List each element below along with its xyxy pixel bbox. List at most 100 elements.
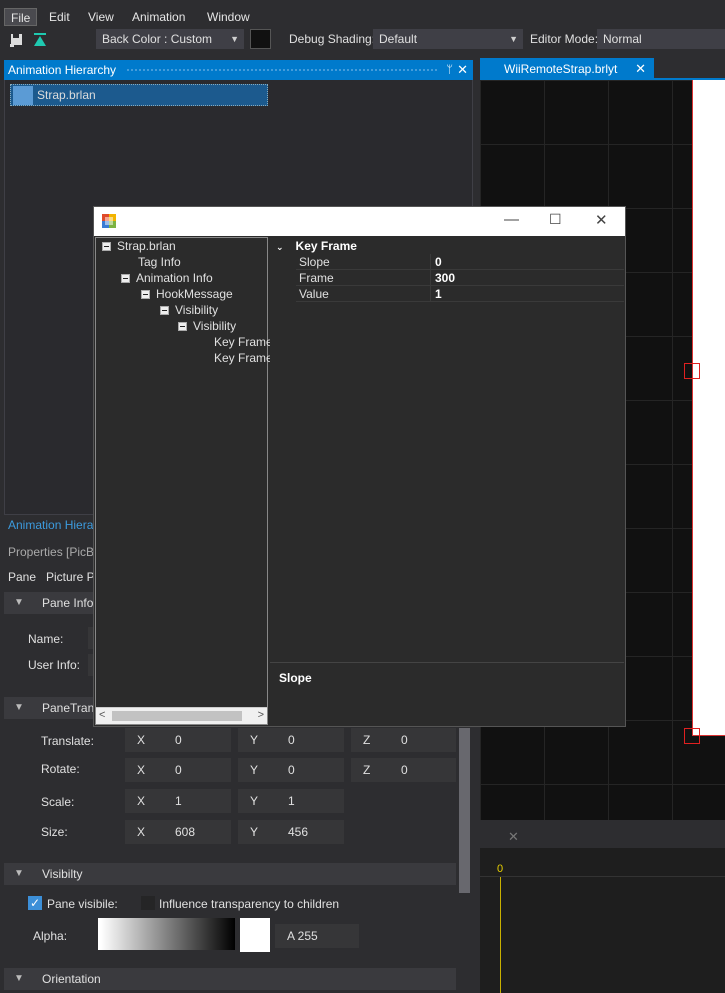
back-color-dropdown[interactable]: Back Color : Custom ▼ bbox=[96, 29, 244, 49]
tree-node-visibility[interactable]: Visibility bbox=[160, 303, 218, 317]
field-value: 1 bbox=[288, 794, 295, 808]
document-tab[interactable]: WiiRemoteStrap.brlyt ✕ bbox=[480, 58, 654, 80]
menu-animation[interactable]: Animation bbox=[126, 8, 191, 26]
timeline-playhead[interactable] bbox=[500, 877, 501, 993]
resize-handle[interactable] bbox=[684, 728, 700, 744]
translate-x-field[interactable]: X0 bbox=[125, 728, 231, 752]
description-title: Slope bbox=[279, 671, 312, 685]
field-value: 0 bbox=[175, 733, 182, 747]
field-value: 1 bbox=[175, 794, 182, 808]
grid-row-value[interactable]: 1 bbox=[435, 287, 442, 301]
scroll-right-icon[interactable]: > bbox=[258, 709, 264, 721]
tree-horizontal-scrollbar[interactable]: < > bbox=[96, 707, 267, 724]
alpha-gradient-slider[interactable] bbox=[98, 918, 235, 950]
properties-title: Properties [PicBo bbox=[8, 545, 101, 559]
section-orientation[interactable]: ▼ Orientation bbox=[4, 968, 456, 990]
user-info-label: User Info: bbox=[28, 658, 81, 672]
grid-row-value[interactable]: 300 bbox=[435, 271, 455, 285]
grid-section-title: Key Frame bbox=[295, 239, 357, 253]
debug-shading-dropdown[interactable]: Default ▼ bbox=[373, 29, 523, 49]
section-visibility[interactable]: ▼ Visibilty bbox=[4, 863, 456, 885]
field-value: 0 bbox=[401, 763, 408, 777]
tree-node-label: Tag Info bbox=[138, 255, 181, 269]
timeline-panel[interactable]: 0 bbox=[480, 848, 725, 993]
size-label: Size: bbox=[41, 825, 68, 839]
grid-row-key: Slope bbox=[299, 255, 330, 269]
tree-node-keyframe[interactable]: Key Frame bbox=[214, 335, 273, 349]
section-title: Visibilty bbox=[42, 867, 83, 881]
chevron-down-icon: ⌄ bbox=[276, 242, 284, 252]
scale-y-field[interactable]: Y1 bbox=[238, 789, 344, 813]
chevron-down-icon: ▼ bbox=[230, 34, 239, 44]
collapse-icon[interactable] bbox=[141, 290, 150, 299]
scrollbar-thumb[interactable] bbox=[459, 728, 470, 893]
menu-window[interactable]: Window bbox=[201, 8, 256, 26]
translate-y-field[interactable]: Y0 bbox=[238, 728, 344, 752]
save-icon[interactable] bbox=[10, 32, 24, 48]
grid-row[interactable]: Slope 0 bbox=[296, 254, 624, 270]
grid-section-header[interactable]: ⌄ Key Frame bbox=[276, 239, 357, 253]
size-y-field[interactable]: Y 456 bbox=[238, 820, 344, 844]
dialog-titlebar[interactable]: — ☐ ✕ bbox=[94, 207, 625, 236]
size-x-field[interactable]: X 608 bbox=[125, 820, 231, 844]
tab-pane[interactable]: Pane bbox=[8, 570, 36, 584]
close-icon[interactable]: ✕ bbox=[595, 211, 608, 229]
maximize-icon[interactable]: ☐ bbox=[549, 211, 562, 228]
influence-checkbox[interactable] bbox=[141, 896, 155, 910]
collapse-icon[interactable] bbox=[102, 242, 111, 251]
menu-edit[interactable]: Edit bbox=[43, 8, 76, 26]
scroll-left-icon[interactable]: < bbox=[99, 709, 105, 721]
menu-view[interactable]: View bbox=[82, 8, 120, 26]
hierarchy-item[interactable]: Strap.brlan bbox=[10, 84, 268, 106]
editor-mode-dropdown[interactable]: Normal bbox=[597, 29, 725, 49]
section-title: PaneTrans bbox=[42, 701, 101, 715]
properties-scrollbar[interactable] bbox=[456, 728, 473, 993]
rotate-x-field[interactable]: X0 bbox=[125, 758, 231, 782]
close-icon[interactable]: ✕ bbox=[457, 60, 468, 80]
grid-row[interactable]: Value 1 bbox=[296, 286, 624, 302]
name-label: Name: bbox=[28, 632, 64, 646]
scale-x-field[interactable]: X1 bbox=[125, 789, 231, 813]
timeline-ruler bbox=[480, 876, 725, 877]
tree-node-visibility-sub[interactable]: Visibility bbox=[178, 319, 236, 333]
rotate-z-field[interactable]: Z0 bbox=[351, 758, 456, 782]
tree-node-label: Visibility bbox=[193, 319, 237, 333]
close-icon[interactable]: ✕ bbox=[635, 58, 646, 80]
field-value: 0 bbox=[288, 733, 295, 747]
drag-grip[interactable] bbox=[126, 68, 437, 73]
rotate-y-field[interactable]: Y0 bbox=[238, 758, 344, 782]
tree-node-tag-info[interactable]: Tag Info bbox=[138, 255, 181, 269]
field-value: 0 bbox=[175, 763, 182, 777]
tree-node-label: Strap.brlan bbox=[117, 239, 176, 253]
collapse-icon: ▼ bbox=[14, 973, 24, 984]
section-title: Pane Info bbox=[42, 596, 94, 610]
tree-node-root[interactable]: Strap.brlan bbox=[102, 239, 176, 253]
grid-row-value[interactable]: 0 bbox=[435, 255, 442, 269]
alpha-value-field[interactable]: A 255 bbox=[275, 924, 359, 948]
pane-visible-checkbox[interactable]: ✓ bbox=[28, 896, 42, 910]
minimize-icon[interactable]: — bbox=[504, 211, 519, 228]
tree-node-animation-info[interactable]: Animation Info bbox=[121, 271, 213, 285]
tree-node-hookmessage[interactable]: HookMessage bbox=[141, 287, 233, 301]
tree-node-keyframe[interactable]: Key Frame bbox=[214, 351, 273, 365]
collapse-icon[interactable] bbox=[121, 274, 130, 283]
translate-z-field[interactable]: Z0 bbox=[351, 728, 456, 752]
tab-picture[interactable]: Picture P bbox=[46, 570, 95, 584]
grid-row-key: Frame bbox=[299, 271, 334, 285]
collapse-icon: ▼ bbox=[14, 868, 24, 879]
timeline-marker-label: 0 bbox=[497, 863, 504, 875]
export-icon[interactable] bbox=[33, 32, 47, 48]
pin-icon[interactable]: ᛘ bbox=[446, 60, 453, 80]
menu-file[interactable]: File bbox=[4, 8, 38, 26]
close-icon[interactable]: ✕ bbox=[508, 829, 519, 845]
collapse-icon[interactable] bbox=[178, 322, 187, 331]
section-title: Orientation bbox=[42, 972, 101, 986]
layout-pane[interactable] bbox=[692, 80, 725, 736]
back-color-swatch[interactable] bbox=[250, 29, 271, 49]
collapse-icon[interactable] bbox=[160, 306, 169, 315]
animation-hierarchy-tab[interactable]: Animation Hiera bbox=[4, 516, 94, 534]
grid-row[interactable]: Frame 300 bbox=[296, 270, 624, 286]
chevron-down-icon: ▼ bbox=[509, 34, 518, 44]
scrollbar-thumb[interactable] bbox=[112, 711, 242, 721]
resize-handle[interactable] bbox=[684, 363, 700, 379]
